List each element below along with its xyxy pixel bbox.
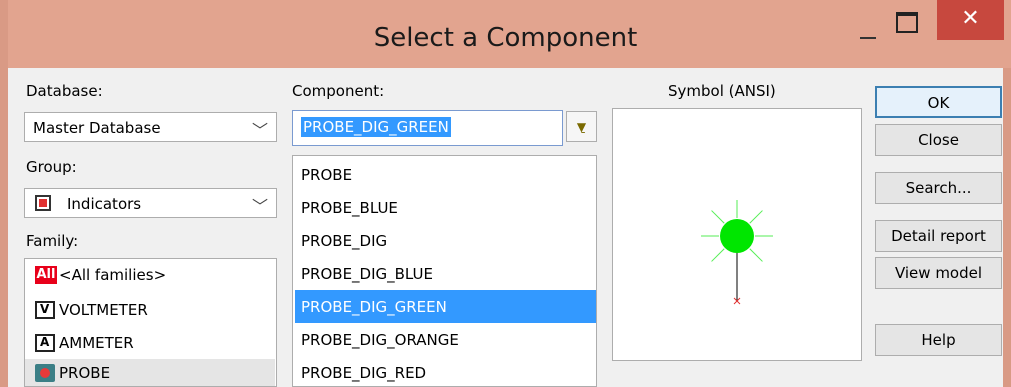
component-item[interactable]: PROBE_DIG — [295, 224, 596, 257]
family-item-probe[interactable]: PROBE — [25, 359, 275, 386]
probe-ray — [749, 210, 763, 224]
component-item[interactable]: PROBE_DIG_ORANGE — [295, 323, 596, 356]
close-window-button[interactable]: ✕ — [937, 0, 1004, 40]
probe-ray — [711, 248, 725, 262]
minimize-button[interactable] — [852, 0, 884, 39]
voltmeter-icon — [35, 301, 55, 319]
all-families-icon: All — [35, 266, 57, 284]
search-button[interactable]: Search... — [875, 172, 1002, 204]
family-list[interactable]: All <All families> VOLTMETER AMMETER PRO… — [24, 258, 277, 387]
group-label: Group: — [26, 158, 77, 176]
probe-ray — [749, 248, 763, 262]
help-button[interactable]: Help — [875, 324, 1002, 356]
database-value: Master Database — [33, 119, 161, 137]
chevron-down-icon: ﹀ — [251, 121, 268, 140]
group-dropdown[interactable]: Indicators ﹀ — [24, 188, 277, 218]
component-search-input[interactable]: PROBE_DIG_GREEN — [292, 110, 563, 146]
component-item[interactable]: PROBE_DIG_RED — [295, 356, 596, 386]
database-dropdown[interactable]: Master Database ﹀ — [24, 112, 277, 142]
database-label: Database: — [26, 82, 103, 100]
filter-button[interactable]: ▼̱ — [566, 111, 597, 142]
component-input-value: PROBE_DIG_GREEN — [301, 117, 451, 137]
chevron-down-icon: ﹀ — [251, 197, 268, 216]
indicators-icon — [35, 195, 51, 211]
symbol-preview — [612, 108, 862, 361]
maximize-button[interactable] — [884, 0, 930, 38]
component-item[interactable]: PROBE — [295, 158, 596, 191]
family-item-voltmeter[interactable]: VOLTMETER — [25, 296, 275, 324]
ammeter-icon — [35, 334, 55, 352]
close-button[interactable]: Close — [875, 124, 1002, 156]
filter-icon: ▼̱ — [576, 120, 587, 134]
probe-icon — [35, 364, 55, 382]
family-label: Family: — [26, 232, 79, 250]
component-label: Component: — [292, 82, 385, 100]
detail-report-button[interactable]: Detail report — [875, 220, 1002, 252]
group-value: Indicators — [67, 195, 142, 213]
component-item[interactable]: PROBE_BLUE — [295, 191, 596, 224]
probe-circle — [720, 219, 754, 253]
component-list[interactable]: PROBE PROBE_BLUE PROBE_DIG PROBE_DIG_BLU… — [292, 155, 597, 387]
ok-button[interactable]: OK — [875, 86, 1002, 118]
component-item[interactable]: PROBE_DIG_BLUE — [295, 257, 596, 290]
probe-symbol-icon — [701, 200, 773, 305]
view-model-button[interactable]: View model — [875, 257, 1002, 289]
family-item-ammeter[interactable]: AMMETER — [25, 329, 275, 357]
family-item-all[interactable]: All <All families> — [25, 261, 275, 289]
probe-ray — [711, 210, 725, 224]
component-item-selected[interactable]: PROBE_DIG_GREEN — [295, 290, 596, 323]
symbol-label: Symbol (ANSI) — [668, 82, 776, 100]
